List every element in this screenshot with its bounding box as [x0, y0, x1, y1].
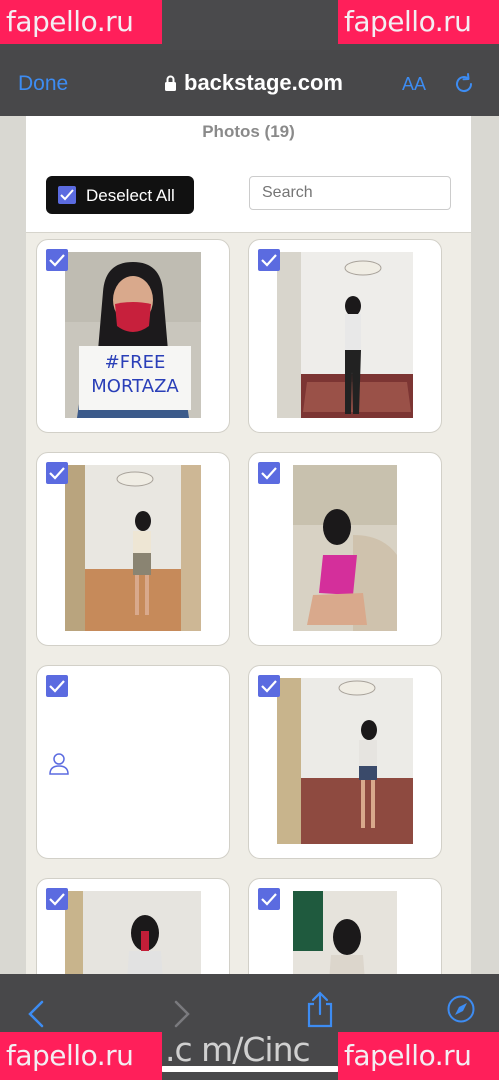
watermark-bottom-right: fapello.ru — [338, 1032, 499, 1080]
photo-checkbox[interactable] — [46, 249, 68, 271]
photo-checkbox[interactable] — [46, 675, 68, 697]
photo-card[interactable] — [248, 665, 442, 859]
photo-thumbnail: #FREE MORTAZA — [65, 252, 201, 418]
url-watermark: .c m/Cinc — [165, 1030, 311, 1069]
photo-card[interactable] — [248, 239, 442, 433]
photo-grid: #FREE MORTAZA — [26, 233, 471, 974]
photo-card[interactable] — [248, 878, 442, 974]
sign-text-line2: MORTAZA — [91, 376, 179, 397]
photo-thumbnail — [277, 678, 413, 844]
page-margin-right — [471, 116, 499, 974]
web-page: Photos (19) Deselect All #FREE MORTAZA — [0, 116, 499, 974]
deselect-checkbox-icon — [58, 186, 76, 204]
sign-text-line1: #FREE — [105, 352, 166, 373]
photo-checkbox[interactable] — [258, 675, 280, 697]
photo-checkbox[interactable] — [46, 888, 68, 910]
photo-card[interactable] — [36, 452, 230, 646]
photo-thumbnail — [277, 252, 413, 418]
photo-card[interactable] — [36, 878, 230, 974]
text-size-button[interactable]: AA — [402, 74, 426, 95]
back-icon[interactable] — [26, 998, 46, 1030]
photos-title: Photos (19) — [202, 122, 295, 141]
photos-header: Photos (19) Deselect All — [26, 116, 471, 233]
text-size-label: AA — [402, 74, 427, 94]
lock-icon — [165, 75, 176, 91]
reload-icon[interactable] — [452, 72, 476, 96]
watermark-bottom-left: fapello.ru — [0, 1032, 162, 1080]
person-icon — [49, 753, 69, 775]
compass-icon[interactable] — [446, 994, 476, 1024]
done-button[interactable]: Done — [18, 72, 68, 96]
safari-nav-bar: Done backstage.com AA — [0, 50, 499, 116]
home-indicator — [160, 1066, 340, 1072]
photo-checkbox[interactable] — [46, 462, 68, 484]
deselect-all-button[interactable]: Deselect All — [46, 176, 194, 214]
photo-checkbox[interactable] — [258, 888, 280, 910]
photo-card[interactable]: #FREE MORTAZA — [36, 239, 230, 433]
photo-thumbnail — [293, 891, 397, 974]
deselect-all-label: Deselect All — [86, 186, 175, 205]
page-margin-left — [0, 116, 26, 974]
url-field[interactable]: backstage.com — [184, 70, 343, 96]
photo-card[interactable] — [248, 452, 442, 646]
photo-card[interactable] — [36, 665, 230, 859]
share-icon[interactable] — [306, 990, 334, 1030]
photo-thumbnail — [65, 891, 201, 974]
watermark-top-right: fapello.ru — [338, 0, 499, 44]
watermark-top-left: fapello.ru — [0, 0, 162, 44]
photo-checkbox[interactable] — [258, 249, 280, 271]
photo-checkbox[interactable] — [258, 462, 280, 484]
photo-thumbnail — [65, 465, 201, 631]
photo-thumbnail — [293, 465, 397, 631]
search-input[interactable] — [249, 176, 451, 210]
forward-icon[interactable] — [172, 998, 192, 1030]
